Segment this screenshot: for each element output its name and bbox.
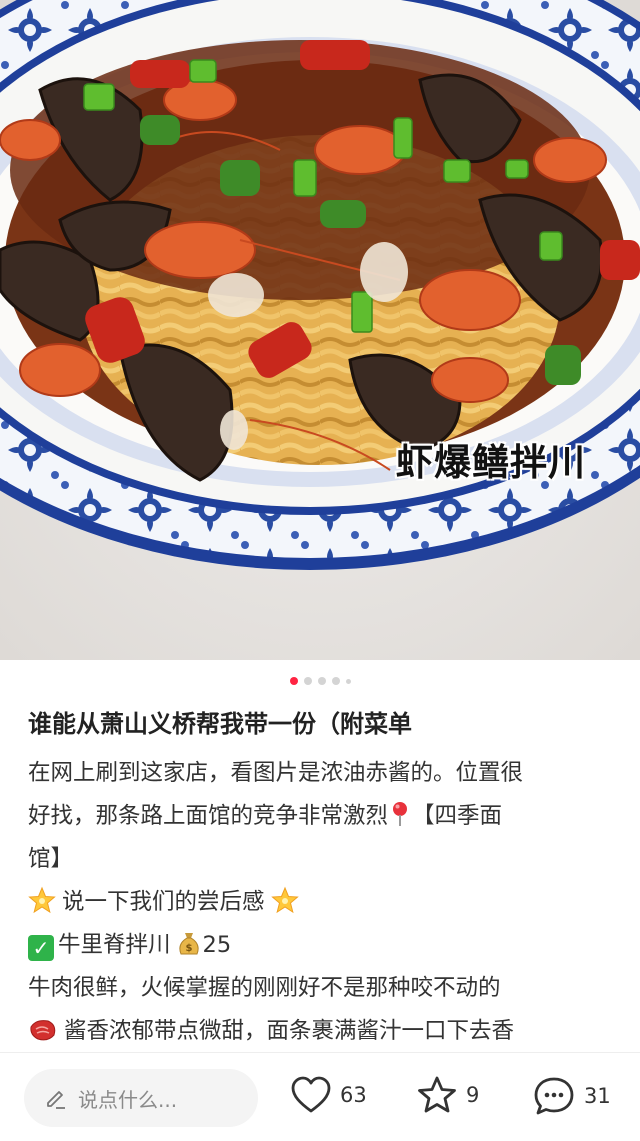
star-icon [418,1076,456,1113]
like-button[interactable]: 63 [290,1075,367,1115]
pin-icon [393,802,408,826]
comment-button[interactable]: 31 [532,1075,611,1117]
post-title: 谁能从萧山义桥帮我带一份（附菜单 [28,710,412,738]
carousel-indicator [0,677,640,685]
post-line: 馆】 [28,846,74,872]
carousel-dot[interactable] [303,677,312,685]
post-line: 酱香浓郁带点微甜，面条裹满酱汁一口下去香 [28,1010,618,1053]
post-line: 好找，那条路上面馆的竞争非常激烈 【四季面 [28,795,618,838]
post-text: 【四季面 [412,803,503,829]
money-bag-icon: $ [178,933,199,955]
like-count: 63 [340,1083,367,1107]
carousel-dot[interactable] [331,677,340,685]
sparkle-star-icon [28,886,56,914]
comment-icon [534,1077,574,1115]
post-image[interactable]: 虾爆鳝拌川 [0,0,640,660]
carousel-dot[interactable] [317,677,326,685]
post-line: 牛肉很鲜，火候掌握的刚刚好不是那种咬不动的 [28,975,501,1001]
post-content: 谁能从萧山义桥帮我带一份（附菜单 在网上刷到这家店，看图片是浓油赤酱的。位置很 … [28,704,618,1053]
image-caption: 虾爆鳝拌川 [396,441,586,484]
noodle-dish-photo [0,0,640,660]
heart-icon [291,1076,331,1113]
post-text: 酱香浓郁带点微甜，面条裹满酱汁一口下去香 [64,1018,515,1044]
collect-button[interactable]: 9 [416,1075,479,1115]
carousel-dot-active[interactable] [289,677,298,685]
post-text: 说一下我们的尝后感 [62,889,265,915]
comment-count: 31 [584,1084,611,1108]
post-text: 牛里脊拌川 [58,932,171,958]
steak-icon [30,1020,56,1041]
collect-count: 9 [466,1083,480,1107]
post-body: 在网上刷到这家店，看图片是浓油赤酱的。位置很 好找，那条路上面馆的竞争非常激烈【… [28,752,618,1053]
comment-placeholder: 说点什么... [78,1087,178,1112]
bottom-action-bar: 说点什么... 63 9 31 [0,1052,640,1141]
post-line: 在网上刷到这家店，看图片是浓油赤酱的。位置很 [28,760,524,786]
post-line: 说一下我们的尝后感 [28,881,618,924]
comment-input[interactable]: 说点什么... [24,1069,258,1127]
svg-text:$: $ [185,943,192,954]
sparkle-star-icon [270,886,299,914]
check-icon: ✓ [28,935,54,961]
carousel-dot[interactable] [345,678,351,684]
post-text: 好找，那条路上面馆的竞争非常激烈 [28,803,389,829]
pencil-icon [47,1091,65,1109]
price: 25 [202,932,232,958]
post-line: ✓ 牛里脊拌川 $25 [28,924,618,967]
